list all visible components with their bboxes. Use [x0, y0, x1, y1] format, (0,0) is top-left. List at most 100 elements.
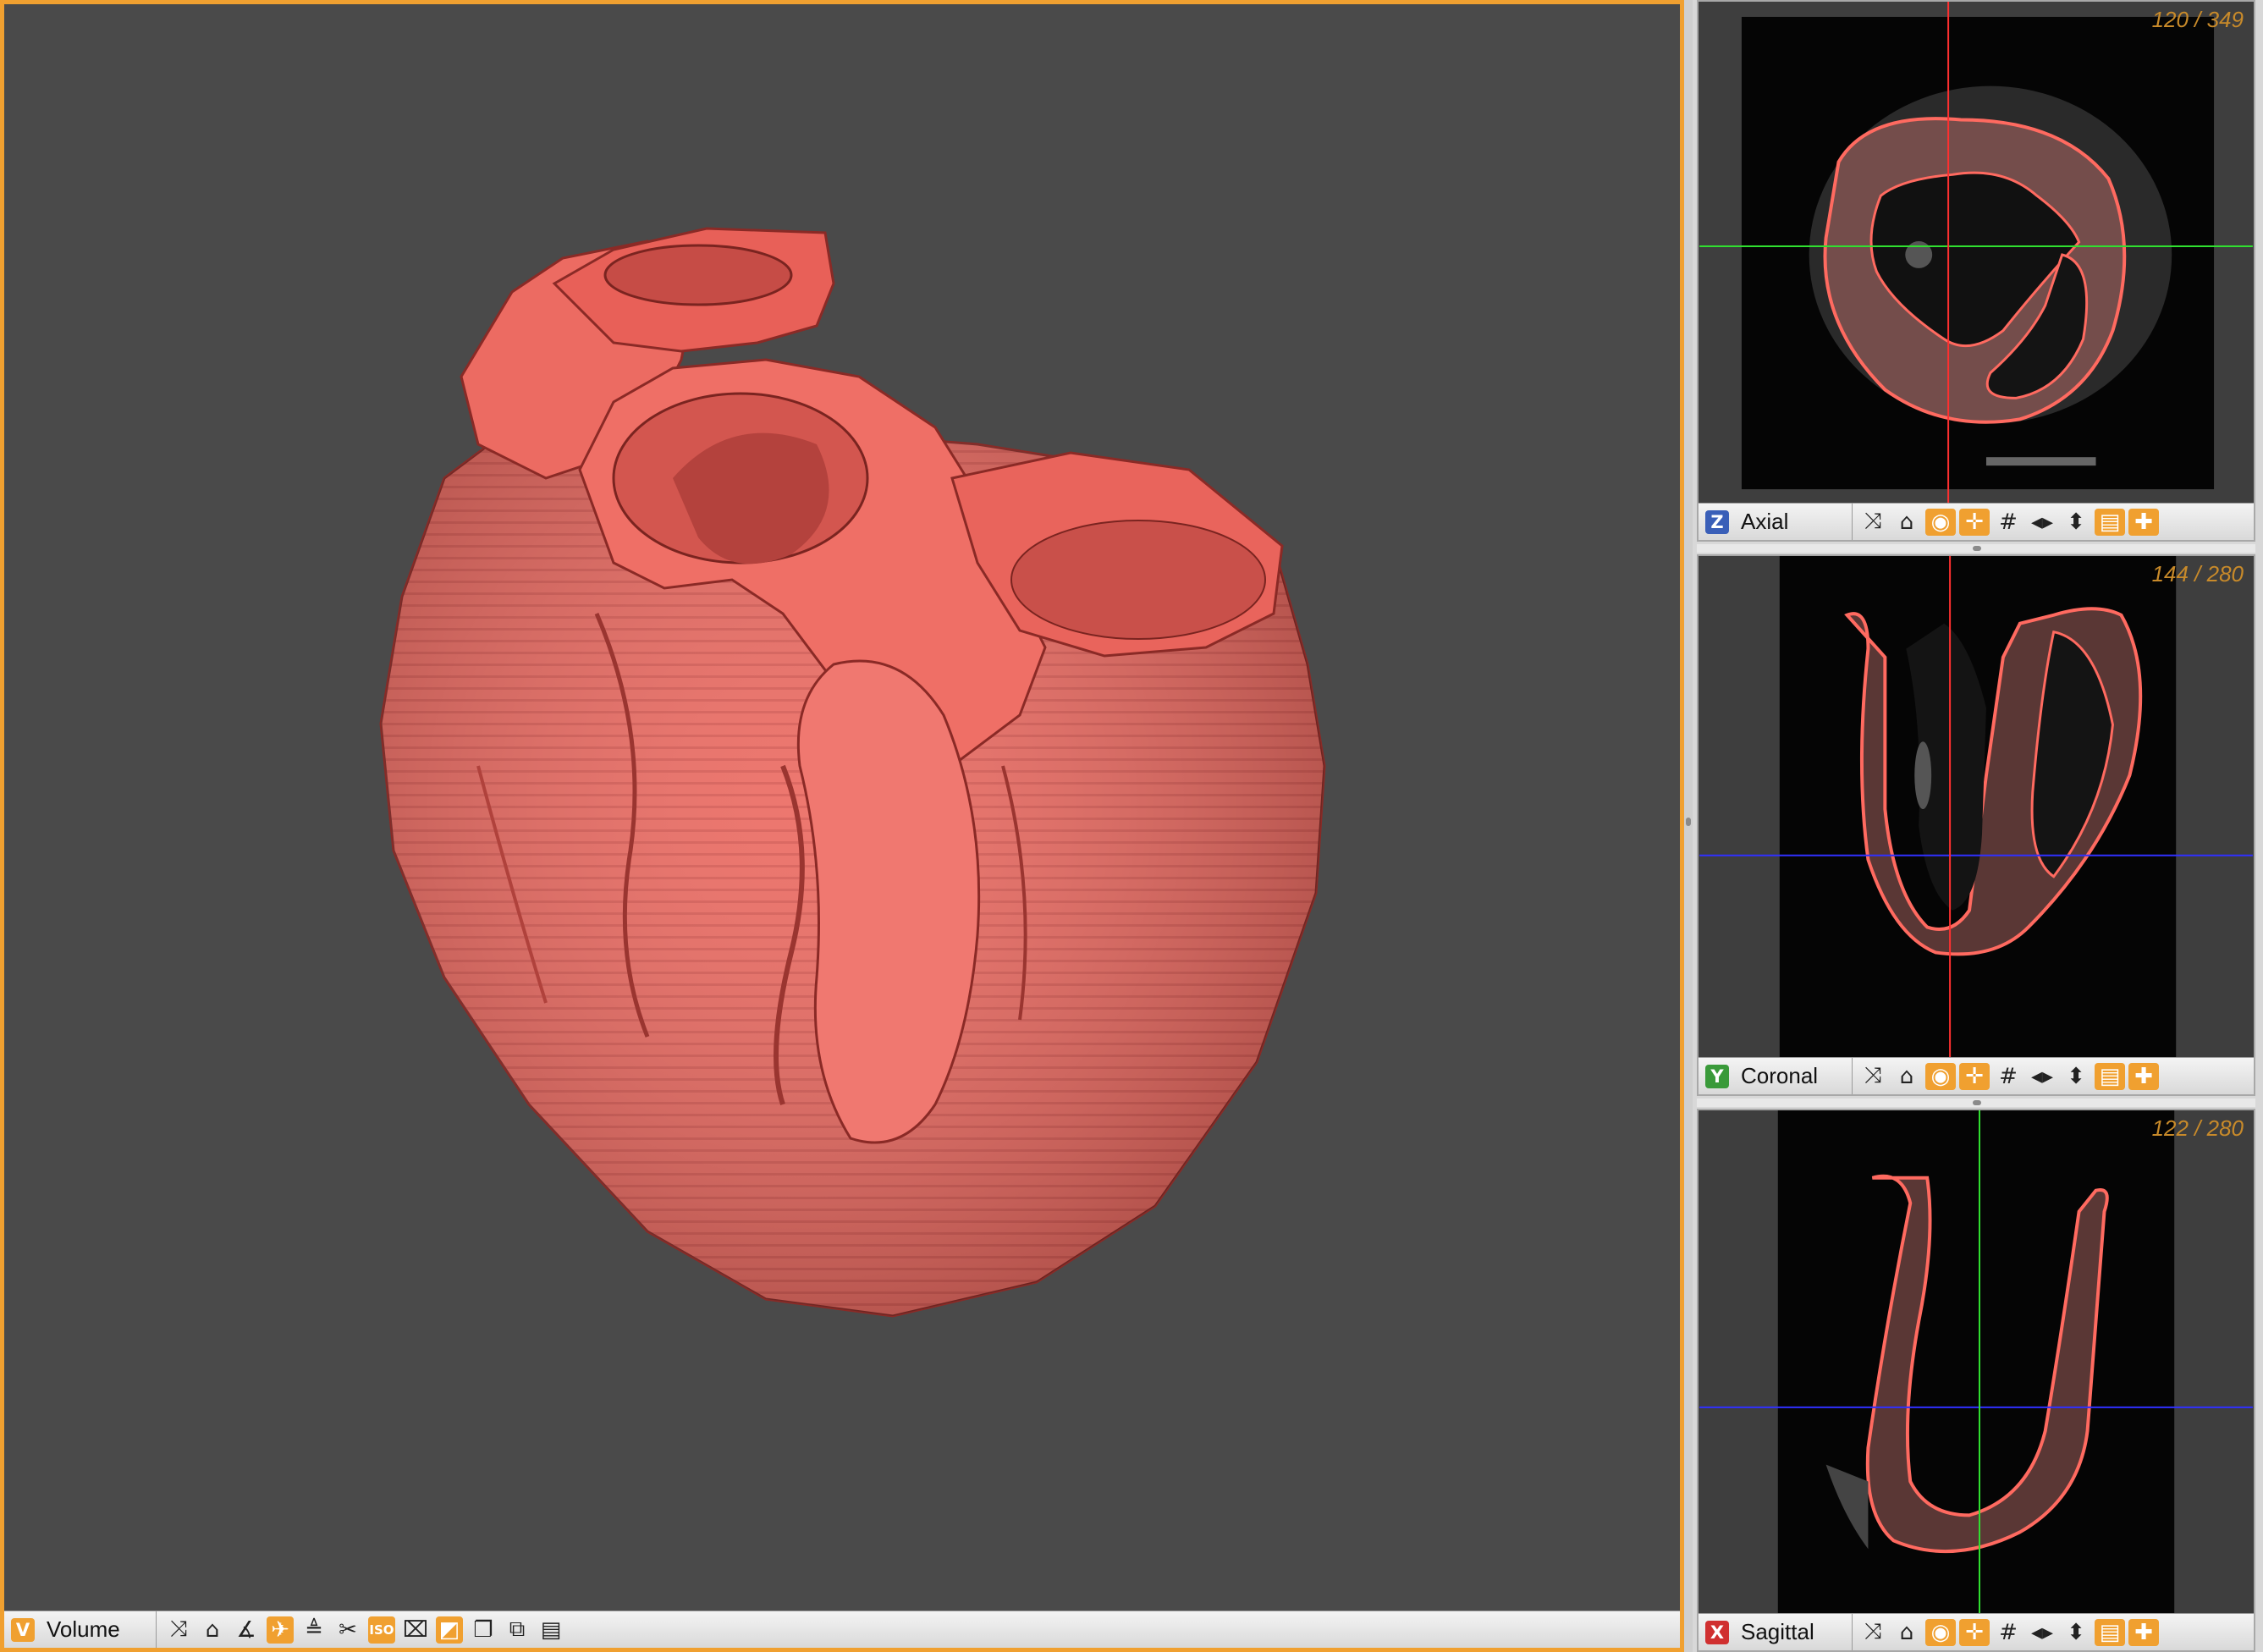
notes-icon-glyph: ▤	[2099, 1619, 2121, 1645]
lock-icon[interactable]: ⌂	[1891, 1063, 1922, 1090]
copy-icon-glyph: ❐	[473, 1616, 493, 1643]
axial-slice-counter: 120 / 349	[2151, 7, 2244, 32]
notes-icon-glyph: ▤	[2099, 1063, 2121, 1089]
collapse-icon-glyph: ⤨	[1864, 509, 1882, 534]
eye-icon[interactable]: ◉	[1925, 508, 1956, 536]
flip-vertical-icon[interactable]: ⬍	[2061, 509, 2091, 536]
coronal-view[interactable]: 144 / 280 Y Coronal ⤨ ⌂ ◉ ✛ # ◂▸ ⬍ ▤ ✚	[1697, 554, 2255, 1096]
grid-icon[interactable]: #	[1993, 1063, 2023, 1090]
volume-view-label[interactable]: V Volume	[4, 1611, 157, 1648]
panel-icon[interactable]: ▤	[537, 1616, 564, 1644]
collapse-icon[interactable]: ⤨	[1858, 1063, 1888, 1090]
coronal-toolbar: Y Coronal ⤨ ⌂ ◉ ✛ # ◂▸ ⬍ ▤ ✚	[1699, 1057, 2254, 1094]
sagittal-view[interactable]: 122 / 280 X Sagittal ⤨ ⌂ ◉ ✛ # ◂▸ ⬍ ▤ ✚	[1697, 1109, 2255, 1652]
lock-icon[interactable]: ⌂	[1891, 509, 1922, 536]
sagittal-canvas[interactable]	[1699, 1110, 2254, 1613]
eye-icon-glyph: ◉	[1930, 1619, 1951, 1645]
crosshair-icon-glyph: ✛	[1965, 509, 1984, 535]
scissors-icon[interactable]: ✂	[334, 1616, 361, 1644]
eye-icon[interactable]: ◉	[1925, 1618, 1956, 1646]
flip-horizontal-icon[interactable]: ◂▸	[2027, 1063, 2057, 1090]
axial-image[interactable]	[1699, 2, 2254, 503]
flip-vertical-icon[interactable]: ⬍	[2061, 1619, 2091, 1646]
flip-vertical-icon[interactable]: ⬍	[2061, 1063, 2091, 1090]
sagittal-tools: ⤨ ⌂ ◉ ✛ # ◂▸ ⬍ ▤ ✚	[1853, 1618, 2159, 1646]
coronal-tools: ⤨ ⌂ ◉ ✛ # ◂▸ ⬍ ▤ ✚	[1853, 1062, 2159, 1090]
collapse-icon-glyph: ⤨	[169, 1616, 188, 1642]
eye-icon[interactable]: ◉	[1925, 1062, 1956, 1090]
contrast-icon[interactable]: ◩	[436, 1616, 463, 1644]
flip-vertical-icon-glyph: ⬍	[2067, 1063, 2085, 1089]
angle-icon-glyph: ∡	[236, 1616, 256, 1643]
grid-icon[interactable]: #	[1993, 509, 2023, 536]
slice-views-panel: 120 / 349 Z Axial ⤨ ⌂ ◉ ✛ # ◂▸ ⬍ ▤ ✚ 144…	[1693, 0, 2263, 1652]
flip-horizontal-icon[interactable]: ◂▸	[2027, 1619, 2057, 1646]
cube-icon[interactable]: ⧉	[504, 1616, 531, 1644]
sagittal-badge: X	[1705, 1620, 1729, 1644]
coronal-badge: Y	[1705, 1064, 1729, 1088]
sagittal-view-label[interactable]: X Sagittal	[1699, 1614, 1853, 1650]
rotate-icon-glyph: ✈	[271, 1616, 289, 1643]
add-icon[interactable]: ✚	[2128, 1618, 2159, 1646]
iso-icon[interactable]: ISO	[368, 1616, 395, 1644]
eye-icon-glyph: ◉	[1930, 1063, 1951, 1089]
sagittal-toolbar: X Sagittal ⤨ ⌂ ◉ ✛ # ◂▸ ⬍ ▤ ✚	[1699, 1613, 2254, 1650]
lock-icon[interactable]: ⌂	[1891, 1619, 1922, 1646]
axial-badge: Z	[1705, 509, 1729, 534]
flip-horizontal-icon-glyph: ◂▸	[2030, 509, 2054, 535]
collapse-icon-glyph: ⤨	[1864, 1619, 1882, 1644]
notes-icon[interactable]: ▤	[2095, 508, 2125, 536]
flip-horizontal-icon[interactable]: ◂▸	[2027, 509, 2057, 536]
collapse-icon[interactable]: ⤨	[1858, 1619, 1888, 1646]
volume-toolbar: V Volume ⤨ ⌂ ∡ ✈ ≜ ✂ ISO ⌧ ◩ ❐ ⧉ ▤	[4, 1611, 1680, 1648]
coronal-view-label[interactable]: Y Coronal	[1699, 1058, 1853, 1094]
coronal-canvas[interactable]	[1699, 556, 2254, 1057]
vertical-splitter[interactable]	[1684, 0, 1693, 1652]
crosshair-icon-glyph: ✛	[1965, 1619, 1984, 1645]
rotate-icon[interactable]: ✈	[267, 1616, 294, 1644]
coronal-image[interactable]	[1699, 556, 2254, 1057]
sagittal-slice-counter: 122 / 280	[2151, 1115, 2244, 1141]
crosshair-icon[interactable]: ✛	[1959, 508, 1990, 536]
crop-icon[interactable]: ⌧	[402, 1616, 429, 1644]
sagittal-image[interactable]	[1699, 1110, 2254, 1613]
add-icon[interactable]: ✚	[2128, 508, 2159, 536]
add-icon[interactable]: ✚	[2128, 1062, 2159, 1090]
coronal-slice-counter: 144 / 280	[2151, 561, 2244, 586]
volume-view[interactable]: V Volume ⤨ ⌂ ∡ ✈ ≜ ✂ ISO ⌧ ◩ ❐ ⧉ ▤	[0, 0, 1684, 1652]
crosshair-icon[interactable]: ✛	[1959, 1062, 1990, 1090]
collapse-icon[interactable]: ⤨	[165, 1616, 192, 1644]
collapse-icon[interactable]: ⤨	[1858, 509, 1888, 536]
sagittal-label-text: Sagittal	[1741, 1619, 1814, 1644]
panel-icon-glyph: ▤	[540, 1616, 562, 1643]
horizontal-splitter-2[interactable]	[1697, 1099, 2255, 1107]
axial-label-text: Axial	[1741, 509, 1789, 534]
notes-icon[interactable]: ▤	[2095, 1062, 2125, 1090]
axial-view-label[interactable]: Z Axial	[1699, 504, 1853, 540]
grid-icon-glyph: #	[1999, 1619, 2018, 1645]
notes-icon[interactable]: ▤	[2095, 1618, 2125, 1646]
add-icon-glyph: ✚	[2134, 1063, 2153, 1089]
cone-icon[interactable]: ≜	[300, 1616, 328, 1644]
flip-horizontal-icon-glyph: ◂▸	[2030, 1063, 2054, 1089]
flip-vertical-icon-glyph: ⬍	[2067, 509, 2085, 535]
volume-render-canvas[interactable]	[4, 4, 1680, 1608]
flip-horizontal-icon-glyph: ◂▸	[2030, 1619, 2054, 1645]
splitter-grip	[1686, 818, 1691, 826]
grid-icon-glyph: #	[1999, 1063, 2018, 1089]
volume-badge: V	[11, 1617, 35, 1642]
volume-label-text: Volume	[47, 1616, 120, 1642]
heart-3d-model[interactable]	[4, 4, 1680, 1608]
axial-view[interactable]: 120 / 349 Z Axial ⤨ ⌂ ◉ ✛ # ◂▸ ⬍ ▤ ✚	[1697, 0, 2255, 542]
add-icon-glyph: ✚	[2134, 1619, 2153, 1645]
grid-icon[interactable]: #	[1993, 1619, 2023, 1646]
angle-icon[interactable]: ∡	[233, 1616, 260, 1644]
copy-icon[interactable]: ❐	[470, 1616, 497, 1644]
lock-icon[interactable]: ⌂	[199, 1616, 226, 1644]
axial-canvas[interactable]	[1699, 2, 2254, 503]
axial-tools: ⤨ ⌂ ◉ ✛ # ◂▸ ⬍ ▤ ✚	[1853, 508, 2159, 536]
splitter-grip	[1973, 546, 1981, 551]
crosshair-icon[interactable]: ✛	[1959, 1618, 1990, 1646]
horizontal-splitter-1[interactable]	[1697, 544, 2255, 553]
coronal-label-text: Coronal	[1741, 1063, 1819, 1088]
